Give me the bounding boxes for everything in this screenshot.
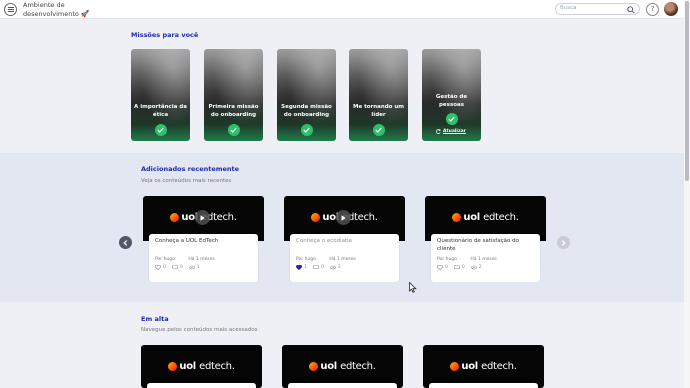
card-author: Por hugo xyxy=(296,257,316,262)
like-button[interactable]: 0 xyxy=(437,265,448,270)
eye-icon xyxy=(329,265,336,270)
heart-filled-icon xyxy=(296,265,302,270)
comments-count[interactable]: 0 xyxy=(454,265,465,270)
card-author: Por hugo xyxy=(155,257,175,262)
content-card[interactable]: uol edtech. xyxy=(282,345,403,388)
comment-icon xyxy=(172,265,178,270)
app-title-text: Ambiente de desenvolvimento xyxy=(23,1,79,18)
missions-title: Missões para você xyxy=(131,31,199,39)
card-body: Conheça o ecodiaba Por hugo · Há 1 meses 1… xyxy=(290,234,399,282)
uol-edtech-logo: uol edtech. xyxy=(282,361,403,372)
mission-label: Me tornando um líder xyxy=(352,104,405,118)
mouse-cursor-icon xyxy=(409,282,417,293)
card-title[interactable]: Conheça o ecodiaba xyxy=(296,238,393,246)
help-button[interactable]: ? xyxy=(646,3,659,16)
play-icon[interactable] xyxy=(336,210,351,225)
mission-label: A importância da ética xyxy=(134,104,187,118)
play-icon[interactable] xyxy=(195,210,210,225)
check-icon xyxy=(445,113,458,125)
trending-title: Em alta xyxy=(141,315,169,323)
content-card[interactable]: uol edtech. Questionário de satisfação d… xyxy=(425,196,546,282)
mission-card[interactable]: A importância da ética xyxy=(131,49,190,141)
update-link[interactable]: Atualizar xyxy=(436,129,466,134)
mission-label: Primeira missão do onboarding xyxy=(208,104,259,118)
card-date: Há 1 meses xyxy=(329,257,356,262)
eye-icon xyxy=(470,265,477,270)
recent-title: Adicionados recentemente xyxy=(141,165,240,173)
uol-edtech-logo: uol edtech. xyxy=(141,361,262,372)
views-count: 1 xyxy=(188,265,200,270)
card-thumbnail: uol edtech. xyxy=(141,345,262,388)
carousel-prev-button[interactable] xyxy=(119,236,132,249)
card-thumbnail: uol edtech. xyxy=(423,345,544,388)
comment-icon xyxy=(313,265,319,270)
like-button[interactable]: 0 xyxy=(155,265,166,270)
check-icon xyxy=(154,124,167,136)
scrollbar[interactable] xyxy=(684,0,690,388)
comments-count[interactable]: 0 xyxy=(313,265,324,270)
views-count: 2 xyxy=(470,265,482,270)
card-date: Há 1 meses xyxy=(470,257,497,262)
content-card[interactable]: uol edtech. xyxy=(141,345,262,388)
mission-card[interactable]: Segunda missão do onboarding xyxy=(277,49,336,141)
card-body: Conheça a UOL EdTech Por hugo · Há 1 meses… xyxy=(149,234,258,282)
recent-subtitle: Veja os conteúdos mais recentes xyxy=(141,178,232,184)
check-icon xyxy=(300,124,313,136)
content-card[interactable]: uol edtech. Conheça o ecodiaba Por hugo ·… xyxy=(284,196,405,282)
check-icon xyxy=(227,124,240,136)
top-bar: Ambiente de desenvolvimento 🚀 Busca ? xyxy=(0,0,684,19)
mission-card[interactable]: Me tornando um líder xyxy=(349,49,408,141)
heart-icon xyxy=(437,265,443,270)
content-card[interactable]: uol edtech. xyxy=(423,345,544,388)
search-placeholder: Busca xyxy=(560,5,577,11)
check-icon xyxy=(372,124,385,136)
search-input[interactable]: Busca xyxy=(555,3,640,15)
comment-icon xyxy=(454,265,460,270)
mission-card[interactable]: Primeira missão do onboarding xyxy=(204,49,263,141)
uol-edtech-logo: uol edtech. xyxy=(425,212,546,223)
search-icon[interactable] xyxy=(627,5,635,14)
menu-icon[interactable] xyxy=(4,3,17,16)
avatar[interactable] xyxy=(664,2,678,16)
mission-label: Segunda missão do onboarding xyxy=(281,104,332,118)
rocket-icon: 🚀 xyxy=(80,9,90,18)
chevron-left-icon xyxy=(123,239,128,246)
card-body: Questionário de satisfação do cliente Po… xyxy=(431,234,540,282)
comments-count[interactable]: 0 xyxy=(172,265,183,270)
mission-card[interactable]: Gestão de pessoas Atualizar xyxy=(422,49,481,141)
update-label: Atualizar xyxy=(443,129,466,134)
mission-label: Gestão de pessoas xyxy=(435,94,468,108)
card-date: Há 1 meses xyxy=(188,257,215,262)
card-title[interactable]: Conheça a UOL EdTech xyxy=(155,238,252,246)
uol-edtech-logo: uol edtech. xyxy=(423,361,544,372)
trending-subtitle: Navegue pelos conteúdos mais acessados xyxy=(141,327,258,333)
heart-icon xyxy=(155,265,161,270)
views-count: 3 xyxy=(329,265,341,270)
refresh-icon xyxy=(436,129,441,134)
app-title: Ambiente de desenvolvimento 🚀 xyxy=(23,1,93,18)
scrollbar-thumb[interactable] xyxy=(685,1,689,181)
chevron-right-icon xyxy=(561,239,566,246)
card-title[interactable]: Questionário de satisfação do cliente xyxy=(437,238,534,253)
missions-section xyxy=(0,19,684,153)
card-thumbnail: uol edtech. xyxy=(282,345,403,388)
like-button[interactable]: 1 xyxy=(296,265,307,270)
card-author: Por hugo xyxy=(437,257,457,262)
content-card[interactable]: uol edtech. Conheça a UOL EdTech Por hug… xyxy=(143,196,264,282)
eye-icon xyxy=(188,265,195,270)
carousel-next-button[interactable] xyxy=(557,236,570,249)
